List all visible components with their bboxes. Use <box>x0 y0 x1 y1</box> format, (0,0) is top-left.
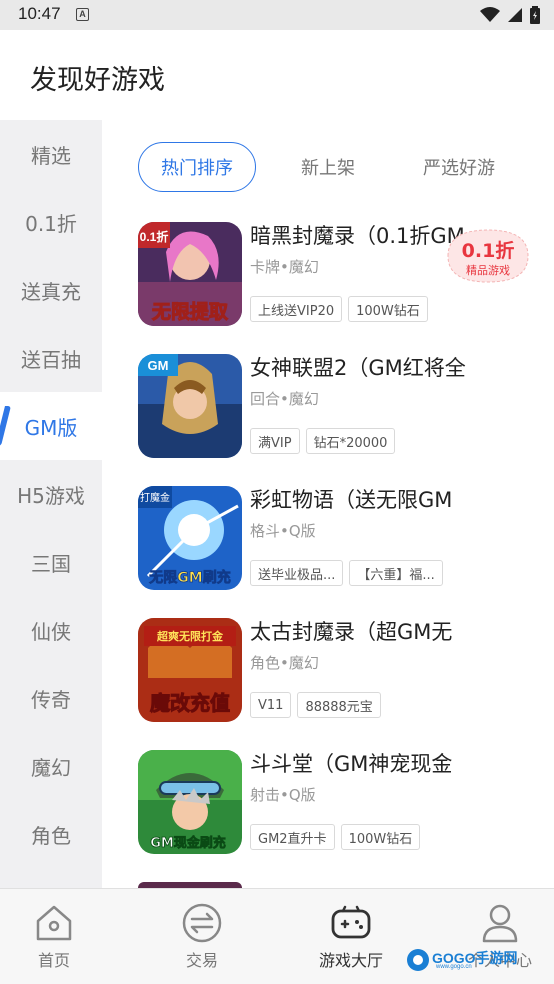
status-bar: 10:47 A <box>0 0 554 30</box>
cover-text: 魔改充值 <box>150 691 230 715</box>
game-tag: 100W钻石 <box>340 824 421 850</box>
sidebar-item-real-recharge[interactable]: 送真充 <box>0 256 102 324</box>
cover-text: GM现金刷充 <box>150 835 226 851</box>
game-tags: 上线送VIP20 100W钻石 <box>250 296 428 322</box>
game-tag: 钻石*20000 <box>305 428 396 454</box>
tab-new[interactable]: 新上架 <box>280 142 376 192</box>
cover-corner-text: 超爽无限打金 <box>156 629 224 643</box>
sidebar-item-fantasy[interactable]: 魔幻 <box>0 732 102 800</box>
game-tag: 88888元宝 <box>297 692 381 718</box>
sidebar-item-discount[interactable]: 0.1折 <box>0 188 102 256</box>
discount-label: 精品游戏 <box>466 264 510 277</box>
game-tag: V11 <box>250 692 292 718</box>
nav-label: 交易 <box>185 951 218 970</box>
game-item[interactable]: GM现金刷充 斗斗堂（GM神宠现金 射击•Q版 GM2直升卡 100W钻石 <box>138 750 554 860</box>
nav-home[interactable]: 首页 <box>4 889 104 984</box>
game-meta: 射击•Q版 <box>250 786 316 804</box>
game-cover: 打魔金 无限GM刷充 <box>138 486 242 590</box>
game-tag: 100W钻石 <box>348 296 428 322</box>
game-tags: GM2直升卡 100W钻石 <box>250 824 421 850</box>
watermark-url: www.gogo.cn <box>436 964 472 970</box>
game-tags: V11 88888元宝 <box>250 692 381 718</box>
game-name: 彩虹物语（送无限GM <box>250 488 453 512</box>
discount-value: 0.1折 <box>461 240 515 262</box>
game-meta: 格斗•Q版 <box>250 522 316 540</box>
game-tags: 送毕业极品... 【六重】福... <box>250 560 443 586</box>
game-tag: 送毕业极品... <box>250 560 344 586</box>
trade-icon <box>182 903 222 943</box>
signal-icon <box>508 8 522 22</box>
wifi-icon <box>480 7 500 22</box>
game-tag: 【六重】福... <box>349 560 443 586</box>
game-meta: 角色•魔幻 <box>250 654 319 672</box>
user-icon <box>482 904 518 943</box>
cover-text: 无限GM刷充 <box>148 569 230 586</box>
game-cover: 超爽无限打金 魔改充值 <box>138 618 242 722</box>
cover-corner-text: GM <box>148 358 169 373</box>
gamepad-icon <box>331 905 371 939</box>
nav-game-hall[interactable]: 游戏大厅 <box>301 889 401 984</box>
tab-hot[interactable]: 热门排序 <box>138 142 256 192</box>
game-name: 女神联盟2（GM红将全 <box>250 356 466 380</box>
game-name: 太古封魔录（超GM无 <box>250 620 453 644</box>
game-name: 斗斗堂（GM神宠现金 <box>250 752 453 776</box>
game-cover: 0.1折 无限提取 <box>138 222 242 326</box>
sidebar-item-rpg[interactable]: 角色 <box>0 800 102 868</box>
notification-icon: A <box>76 8 89 21</box>
game-cover: GM <box>138 354 242 458</box>
sidebar-item-hundred-draws[interactable]: 送百抽 <box>0 324 102 392</box>
cover-text: 无限提取 <box>152 300 228 323</box>
sidebar-item-featured[interactable]: 精选 <box>0 120 102 188</box>
cover-corner-text: 0.1折 <box>140 229 169 244</box>
game-cover: GM现金刷充 <box>138 750 242 854</box>
sidebar-item-xianxia[interactable]: 仙侠 <box>0 596 102 664</box>
discount-badge: 0.1折 精品游戏 <box>440 226 536 286</box>
status-icons <box>480 6 540 24</box>
nav-trade[interactable]: 交易 <box>152 889 252 984</box>
battery-icon <box>530 6 540 24</box>
game-meta: 回合•魔幻 <box>250 390 319 408</box>
sidebar-item-legend[interactable]: 传奇 <box>0 664 102 732</box>
page-title: 发现好游戏 <box>30 65 165 96</box>
cover-corner-text: 打魔金 <box>140 491 170 504</box>
game-item[interactable]: GM 女神联盟2（GM红将全 回合•魔幻 满VIP 钻石*20000 <box>138 354 554 464</box>
nav-label: 首页 <box>37 951 70 970</box>
nav-label: 游戏大厅 <box>318 951 383 970</box>
game-tags: 满VIP 钻石*20000 <box>250 428 396 454</box>
watermark-logo: GOGO手游网 www.gogo.cn <box>406 944 518 974</box>
sidebar-item-label: GM版 <box>24 415 78 440</box>
game-meta: 卡牌•魔幻 <box>250 258 319 276</box>
category-sidebar: 精选 0.1折 送真充 送百抽 GM版 H5游戏 三国 仙侠 传奇 魔幻 角色 <box>0 120 102 888</box>
sidebar-item-three-kingdoms[interactable]: 三国 <box>0 528 102 596</box>
game-item[interactable]: 超爽无限打金 魔改充值 太古封魔录（超GM无 角色•魔幻 V11 88888元宝 <box>138 618 554 728</box>
home-icon <box>36 905 72 941</box>
game-name: 暗黑封魔录（0.1折GM <box>250 224 465 248</box>
gogo-logo-icon <box>407 949 429 971</box>
game-tag: 上线送VIP20 <box>250 296 343 322</box>
page-header: 发现好游戏 <box>0 30 554 120</box>
sidebar-item-gm[interactable]: GM版 <box>0 392 102 460</box>
tab-selected[interactable]: 严选好游 <box>404 142 514 192</box>
active-indicator <box>0 406 11 446</box>
game-item[interactable]: 打魔金 无限GM刷充 彩虹物语（送无限GM 格斗•Q版 送毕业极品... 【六重… <box>138 486 554 596</box>
game-tag: 满VIP <box>250 428 300 454</box>
game-tag: GM2直升卡 <box>250 824 335 850</box>
sidebar-item-h5[interactable]: H5游戏 <box>0 460 102 528</box>
status-time: 10:47 <box>18 4 61 23</box>
